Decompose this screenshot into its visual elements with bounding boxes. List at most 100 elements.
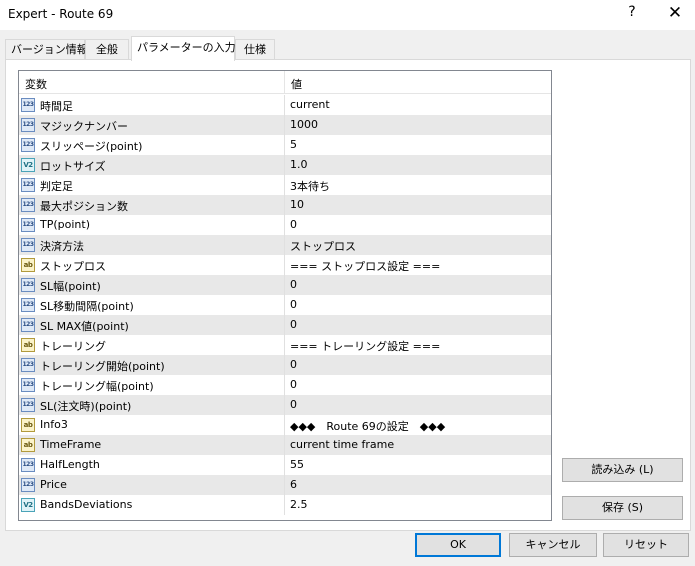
ok-button[interactable]: OK [415, 533, 501, 557]
integer-type-icon: 123 [21, 138, 35, 152]
column-divider [284, 155, 285, 175]
title-bar: Expert - Route 69 ? ✕ [0, 0, 695, 30]
column-divider [284, 135, 285, 155]
close-button[interactable]: ✕ [664, 3, 686, 23]
column-divider [284, 295, 285, 315]
parameter-value[interactable]: 0 [290, 298, 297, 311]
column-divider [284, 415, 285, 435]
integer-type-icon: 123 [21, 318, 35, 332]
grid-rows: 123 時間足 current 123 マジックナンバー 1000 123 スリッページ(po… [19, 95, 551, 515]
column-divider [284, 435, 285, 455]
column-divider[interactable] [284, 71, 285, 94]
parameter-row[interactable]: 123 SL移動間隔(point) 0 [19, 295, 551, 315]
parameter-value[interactable]: current time frame [290, 438, 394, 451]
string-type-icon: ab [21, 258, 35, 272]
integer-type-icon: 123 [21, 238, 35, 252]
parameter-name: HalfLength [40, 458, 100, 471]
parameter-row[interactable]: V2 BandsDeviations 2.5 [19, 495, 551, 515]
parameter-name: Price [40, 478, 67, 491]
parameter-row[interactable]: 123 SL MAX値(point) 0 [19, 315, 551, 335]
parameter-value[interactable]: 0 [290, 398, 297, 411]
parameter-row[interactable]: 123 TP(point) 0 [19, 215, 551, 235]
parameter-name: SL幅(point) [40, 280, 101, 293]
parameter-value[interactable]: 0 [290, 358, 297, 371]
parameter-value[interactable]: 0 [290, 318, 297, 331]
integer-type-icon: 123 [21, 378, 35, 392]
parameter-value[interactable]: 2.5 [290, 498, 308, 511]
column-divider [284, 255, 285, 275]
parameter-row[interactable]: ab ストップロス === ストップロス設定 === [19, 255, 551, 275]
double-type-icon: V2 [21, 158, 35, 172]
integer-type-icon: 123 [21, 118, 35, 132]
column-header-value[interactable]: 値 [291, 76, 302, 92]
column-header-variable[interactable]: 変数 [25, 76, 47, 92]
parameter-row[interactable]: 123 決済方法 ストップロス [19, 235, 551, 255]
parameter-row[interactable]: 123 最大ポジション数 10 [19, 195, 551, 215]
help-button[interactable]: ? [622, 4, 642, 20]
parameter-row[interactable]: ab トレーリング === トレーリング設定 === [19, 335, 551, 355]
parameter-value[interactable]: === トレーリング設定 === [290, 338, 440, 354]
parameter-name: SL(注文時)(point) [40, 400, 132, 413]
parameter-value[interactable]: 0 [290, 218, 297, 231]
parameter-row[interactable]: 123 マジックナンバー 1000 [19, 115, 551, 135]
parameter-name: Info3 [40, 418, 68, 431]
reset-button[interactable]: リセット [603, 533, 689, 557]
parameter-row[interactable]: 123 スリッページ(point) 5 [19, 135, 551, 155]
parameter-row[interactable]: 123 時間足 current [19, 95, 551, 115]
integer-type-icon: 123 [21, 478, 35, 492]
grid-header: 変数 値 [19, 71, 551, 94]
integer-type-icon: 123 [21, 458, 35, 472]
integer-type-icon: 123 [21, 358, 35, 372]
parameter-value[interactable]: ストップロス [290, 238, 356, 254]
parameter-name: 判定足 [40, 180, 73, 193]
parameter-name: マジックナンバー [40, 120, 128, 133]
parameter-value[interactable]: 0 [290, 278, 297, 291]
parameter-row[interactable]: 123 HalfLength 55 [19, 455, 551, 475]
parameter-value[interactable]: 55 [290, 458, 304, 471]
load-button[interactable]: 読み込み (L) [562, 458, 683, 482]
tab-strip: バージョン情報 全般 パラメーターの入力 仕様 [0, 36, 695, 61]
column-divider [284, 475, 285, 495]
parameter-grid: 変数 値 123 時間足 current 123 マジックナンバー 1000 123 スリッペ… [18, 70, 552, 521]
cancel-button[interactable]: キャンセル [509, 533, 597, 557]
parameter-value[interactable]: 1000 [290, 118, 318, 131]
parameter-value[interactable]: 10 [290, 198, 304, 211]
parameter-name: SL MAX値(point) [40, 320, 129, 333]
column-divider [284, 215, 285, 235]
string-type-icon: ab [21, 438, 35, 452]
parameter-value[interactable]: 1.0 [290, 158, 308, 171]
tab-version-info[interactable]: バージョン情報 [5, 39, 88, 60]
parameter-value[interactable]: current [290, 98, 330, 111]
column-divider [284, 195, 285, 215]
parameter-value[interactable]: ◆◆◆ Route 69の設定 ◆◆◆ [290, 418, 445, 434]
parameter-row[interactable]: 123 判定足 3本待ち [19, 175, 551, 195]
parameter-row[interactable]: ab Info3 ◆◆◆ Route 69の設定 ◆◆◆ [19, 415, 551, 435]
parameter-name: 最大ポジション数 [40, 200, 128, 213]
parameter-row[interactable]: 123 トレーリング開始(point) 0 [19, 355, 551, 375]
integer-type-icon: 123 [21, 218, 35, 232]
parameter-name: トレーリング開始(point) [40, 360, 165, 373]
parameter-row[interactable]: 123 SL(注文時)(point) 0 [19, 395, 551, 415]
integer-type-icon: 123 [21, 178, 35, 192]
parameter-value[interactable]: 5 [290, 138, 297, 151]
save-button[interactable]: 保存 (S) [562, 496, 683, 520]
parameter-row[interactable]: V2 ロットサイズ 1.0 [19, 155, 551, 175]
column-divider [284, 375, 285, 395]
parameter-value[interactable]: 6 [290, 478, 297, 491]
parameter-row[interactable]: 123 Price 6 [19, 475, 551, 495]
column-divider [284, 115, 285, 135]
double-type-icon: V2 [21, 498, 35, 512]
parameter-row[interactable]: 123 SL幅(point) 0 [19, 275, 551, 295]
tab-specification[interactable]: 仕様 [235, 39, 275, 60]
integer-type-icon: 123 [21, 278, 35, 292]
column-divider [284, 355, 285, 375]
parameter-value[interactable]: 3本待ち [290, 178, 330, 194]
parameter-row[interactable]: ab TimeFrame current time frame [19, 435, 551, 455]
tab-parameters[interactable]: パラメーターの入力 [131, 36, 236, 61]
parameter-value[interactable]: 0 [290, 378, 297, 391]
parameter-name: ロットサイズ [40, 160, 106, 173]
tab-general[interactable]: 全般 [85, 39, 129, 60]
parameter-row[interactable]: 123 トレーリング幅(point) 0 [19, 375, 551, 395]
column-divider [284, 495, 285, 515]
parameter-value[interactable]: === ストップロス設定 === [290, 258, 440, 274]
